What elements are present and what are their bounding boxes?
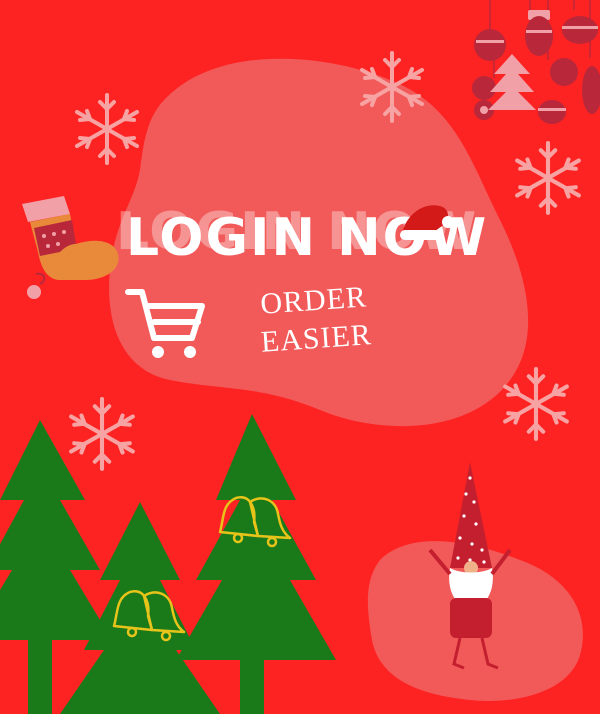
bell-icon xyxy=(218,496,292,548)
cart-icon[interactable] xyxy=(124,288,206,362)
christmas-tree-icon xyxy=(0,414,336,714)
order-easier-subtitle: ORDER EASIER xyxy=(228,276,403,364)
snowflake-icon xyxy=(360,51,424,123)
stocking-icon xyxy=(22,196,119,299)
ornament-icon xyxy=(472,0,600,124)
santa-hat-icon xyxy=(400,205,454,240)
bell-icon xyxy=(112,590,186,642)
snowflake-icon xyxy=(75,93,139,165)
snowflake-icon xyxy=(503,367,569,441)
christmas-login-poster: LOGIN NOW ORDER EASIER xyxy=(0,0,600,714)
gnome-icon xyxy=(428,462,512,670)
snowflake-icon xyxy=(515,141,581,215)
